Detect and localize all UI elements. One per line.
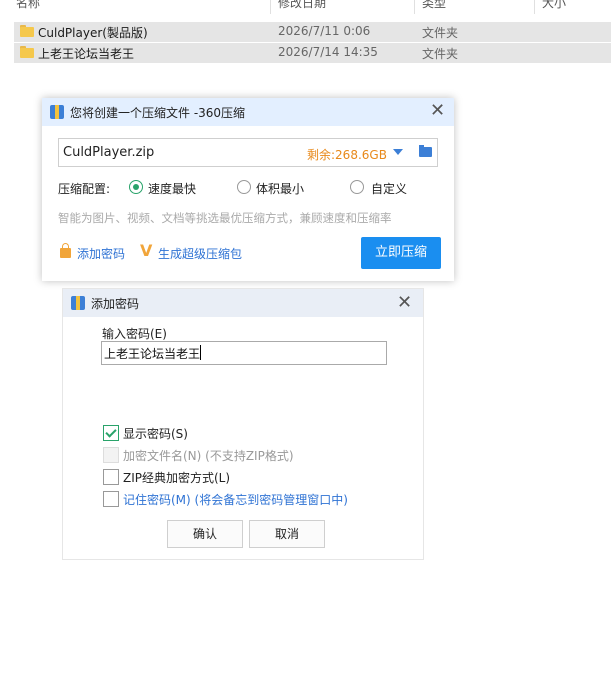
- close-icon[interactable]: ✕: [430, 102, 445, 120]
- file-row[interactable]: CuldPlayer(製品版) 2026/7/11 0:06 文件夹: [14, 22, 611, 42]
- column-divider[interactable]: [414, 0, 415, 14]
- add-password-link[interactable]: 添加密码: [77, 245, 125, 262]
- compression-config-label: 压缩配置:: [58, 182, 111, 196]
- column-divider[interactable]: [270, 0, 271, 14]
- dialog-title: 您将创建一个压缩文件 -360压缩: [70, 106, 246, 120]
- column-header-type[interactable]: 类型: [422, 0, 446, 11]
- browse-folder-icon[interactable]: [419, 145, 432, 157]
- encrypt-filenames-checkbox[interactable]: [103, 447, 119, 463]
- text-cursor: [200, 345, 201, 360]
- compression-hint: 智能为图片、视频、文档等挑选最优压缩方式，兼顾速度和压缩率: [58, 211, 392, 225]
- column-divider[interactable]: [534, 0, 535, 14]
- file-name: CuldPlayer(製品版): [38, 26, 148, 40]
- chevron-down-icon[interactable]: [393, 149, 403, 155]
- compress-now-button[interactable]: 立即压缩: [361, 237, 441, 269]
- column-header-date[interactable]: 修改日期: [278, 0, 326, 11]
- archive-filename-field[interactable]: CuldPlayer.zip 剩余:268.6GB: [58, 138, 438, 167]
- option-custom-label[interactable]: 自定义: [371, 180, 407, 197]
- file-name: 上老王论坛当老王: [38, 47, 135, 61]
- remember-password-checkbox[interactable]: [103, 491, 119, 507]
- vip-icon[interactable]: V: [140, 241, 152, 260]
- remember-password-label[interactable]: 记住密码(M) (将会备忘到密码管理窗口中): [123, 491, 348, 508]
- encrypt-filenames-label[interactable]: 加密文件名(N) (不支持ZIP格式): [123, 447, 294, 464]
- file-type: 文件夹: [422, 26, 459, 40]
- ok-button[interactable]: 确认: [167, 520, 243, 548]
- radio-custom[interactable]: [350, 180, 364, 194]
- option-fastest-label[interactable]: 速度最快: [148, 180, 196, 197]
- show-password-checkbox[interactable]: [103, 425, 119, 441]
- password-input-label: 输入密码(E): [102, 327, 167, 341]
- file-row[interactable]: 上老王论坛当老王 2026/7/14 14:35 文件夹: [14, 43, 611, 63]
- password-input[interactable]: 上老王论坛当老王: [101, 341, 387, 365]
- archive-app-icon: [50, 105, 64, 119]
- dialog-titlebar[interactable]: 您将创建一个压缩文件 -360压缩 ✕: [42, 98, 454, 126]
- column-header-name[interactable]: 名称: [16, 0, 40, 11]
- compress-dialog: 您将创建一个压缩文件 -360压缩 ✕ CuldPlayer.zip 剩余:26…: [42, 98, 454, 281]
- free-space-label: 剩余:268.6GB: [307, 148, 387, 162]
- file-date: 2026/7/14 14:35: [278, 45, 378, 59]
- archive-app-icon: [71, 296, 85, 310]
- dialog-titlebar[interactable]: 添加密码 ✕: [63, 289, 423, 317]
- super-pack-link[interactable]: 生成超级压缩包: [158, 245, 242, 262]
- folder-icon: [20, 46, 34, 58]
- radio-smallest[interactable]: [237, 180, 251, 194]
- column-header-size[interactable]: 大小: [542, 0, 566, 11]
- password-dialog: 添加密码 ✕ 输入密码(E) 上老王论坛当老王 显示密码(S) 加密文件名(N)…: [62, 288, 424, 560]
- lock-icon[interactable]: [60, 243, 71, 258]
- option-smallest-label[interactable]: 体积最小: [256, 180, 304, 197]
- password-value[interactable]: 上老王论坛当老王: [104, 345, 200, 362]
- folder-icon: [20, 25, 34, 37]
- zip-classic-encryption-label[interactable]: ZIP经典加密方式(L): [123, 469, 230, 486]
- dialog-title: 添加密码: [91, 297, 140, 311]
- zip-classic-encryption-checkbox[interactable]: [103, 469, 119, 485]
- show-password-label[interactable]: 显示密码(S): [123, 425, 188, 442]
- cancel-button[interactable]: 取消: [249, 520, 325, 548]
- radio-fastest[interactable]: [129, 180, 143, 194]
- file-type: 文件夹: [422, 47, 459, 61]
- file-date: 2026/7/11 0:06: [278, 24, 371, 38]
- close-icon[interactable]: ✕: [397, 294, 412, 312]
- archive-filename[interactable]: CuldPlayer.zip: [63, 145, 154, 160]
